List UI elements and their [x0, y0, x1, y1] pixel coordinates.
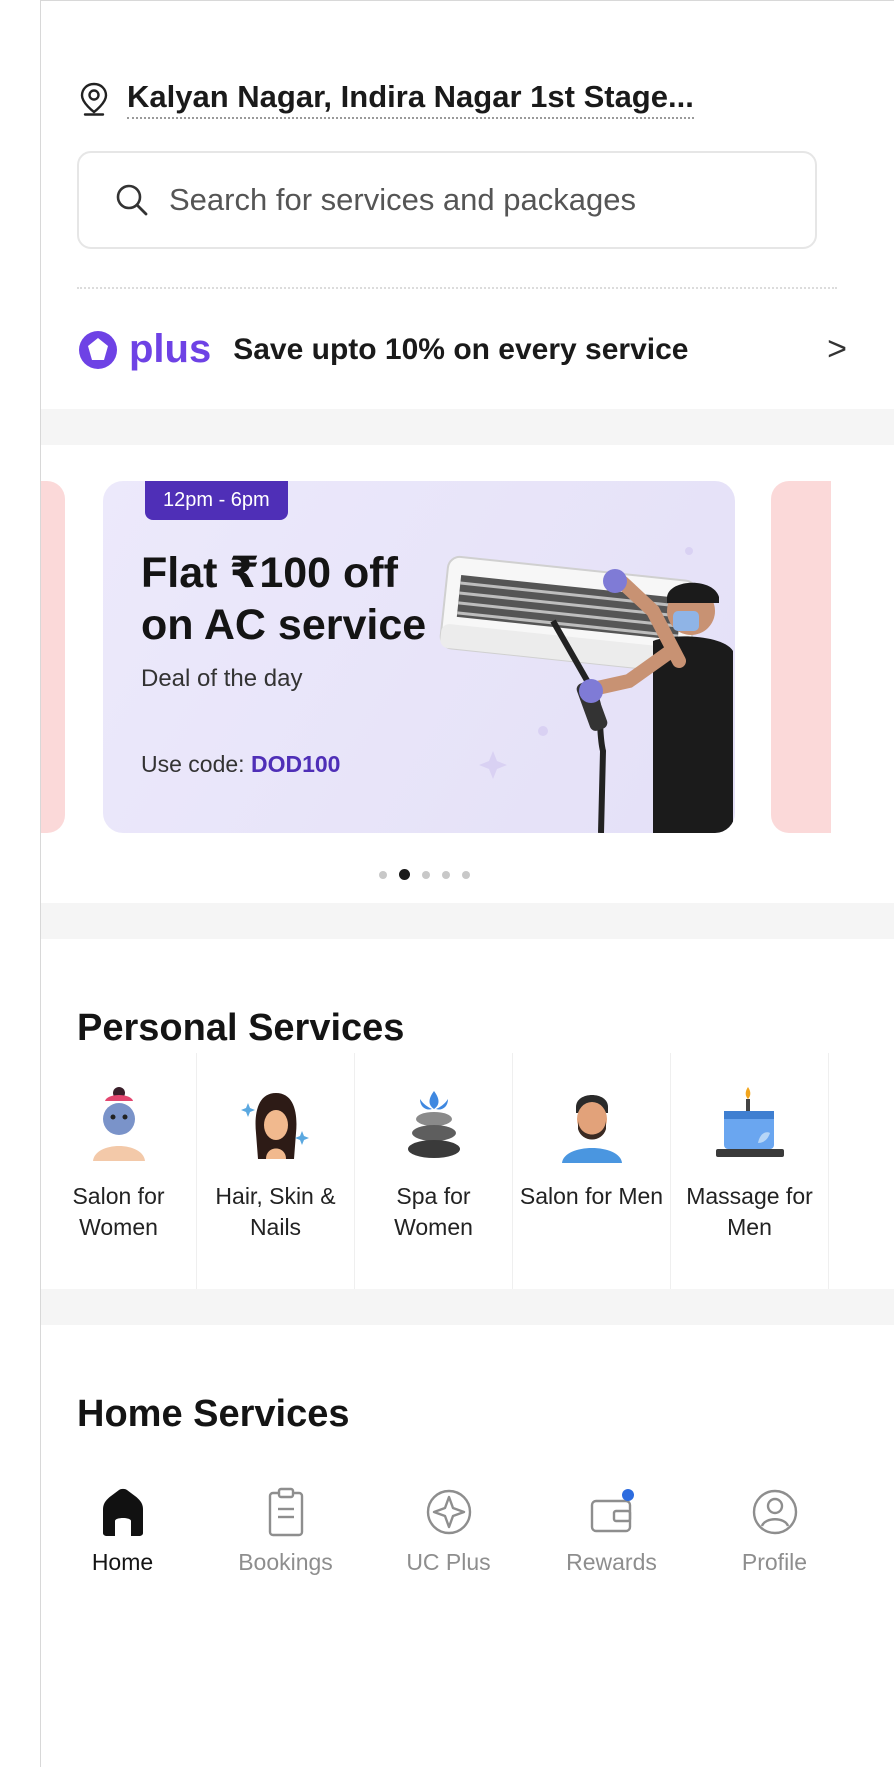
- carousel-dot[interactable]: [399, 869, 410, 880]
- location-pin-icon: [80, 82, 108, 116]
- nav-label: UC Plus: [406, 1549, 491, 1575]
- carousel-dot[interactable]: [422, 870, 430, 879]
- time-badge: 12pm - 6pm: [145, 481, 288, 520]
- wallet-icon: [590, 1489, 634, 1533]
- home-icon: [102, 1488, 143, 1536]
- profile-icon: [752, 1489, 797, 1535]
- chevron-right-icon[interactable]: >: [827, 330, 847, 369]
- service-tile-salon-men[interactable]: Salon for Men: [513, 1053, 671, 1289]
- carousel-dot[interactable]: [379, 870, 387, 879]
- bottom-navigation: Home Bookings UC Plus Rewards Profile: [41, 1449, 894, 1599]
- offer-banner[interactable]: 12pm - 6pm Flat ₹100 off on AC service D…: [103, 481, 735, 833]
- service-tile-hair-skin-nails[interactable]: Hair, Skin & Nails: [197, 1053, 355, 1289]
- carousel-pagination[interactable]: [379, 869, 470, 880]
- nav-bookings[interactable]: Bookings: [204, 1449, 367, 1599]
- service-label: Spa for Women: [394, 1183, 473, 1240]
- plus-tagline: Save upto 10% on every service: [233, 332, 689, 366]
- clipboard-icon: [268, 1487, 303, 1537]
- app-screen: Kalyan Nagar, Indira Nagar 1st Stage... …: [40, 0, 894, 1767]
- search-icon: [116, 184, 148, 216]
- plus-logo-icon: [79, 330, 117, 369]
- personal-services-title: Personal Services: [77, 1007, 405, 1049]
- nav-label: Profile: [741, 1549, 808, 1575]
- service-label: Hair, Skin & Nails: [215, 1183, 336, 1240]
- promo-code: DOD100: [250, 751, 341, 777]
- banner-headline: Flat ₹100 off on AC service: [141, 549, 427, 649]
- banner-subtitle: Deal of the day: [141, 665, 303, 692]
- previous-banner-peek[interactable]: [41, 481, 65, 833]
- nav-profile[interactable]: Profile: [693, 1449, 856, 1599]
- salon-women-icon: [92, 1087, 145, 1161]
- next-banner-peek[interactable]: [771, 481, 831, 833]
- nav-rewards[interactable]: Rewards: [530, 1449, 693, 1599]
- service-tile-spa-women[interactable]: Spa for Women: [355, 1053, 513, 1289]
- divider: [77, 287, 837, 289]
- uc-plus-icon: [426, 1489, 471, 1535]
- service-label: Salon for Men: [519, 1183, 664, 1209]
- service-label: Salon for Women: [72, 1183, 165, 1240]
- carousel-dot[interactable]: [442, 870, 450, 879]
- home-services-title: Home Services: [77, 1393, 350, 1435]
- ac-technician-illustration: [439, 547, 733, 833]
- nav-uc-plus[interactable]: UC Plus: [367, 1449, 530, 1599]
- section-separator: [41, 903, 894, 939]
- search-placeholder: Search for services and packages: [169, 182, 636, 217]
- section-separator: [41, 409, 894, 445]
- massage-candle-icon: [715, 1087, 784, 1157]
- plus-brand-text: plus: [129, 327, 212, 371]
- location-text[interactable]: Kalyan Nagar, Indira Nagar 1st Stage...: [127, 79, 694, 119]
- salon-men-icon: [561, 1095, 622, 1163]
- nav-home[interactable]: Home: [41, 1449, 204, 1599]
- plus-logo: plus: [77, 327, 211, 372]
- carousel-dot[interactable]: [462, 870, 470, 879]
- promo-code-prefix: Use code:: [141, 751, 251, 777]
- offers-carousel[interactable]: 12pm - 6pm Flat ₹100 off on AC service D…: [41, 445, 894, 885]
- location-selector[interactable]: Kalyan Nagar, Indira Nagar 1st Stage...: [79, 79, 694, 119]
- plus-membership-strip[interactable]: plus Save upto 10% on every service >: [77, 327, 847, 372]
- service-label: Massage for Men: [686, 1183, 813, 1240]
- spa-stones-icon: [407, 1091, 460, 1158]
- search-bar[interactable]: Search for services and packages: [77, 151, 817, 249]
- hair-skin-nails-icon: [240, 1093, 309, 1159]
- nav-label: Rewards: [566, 1549, 657, 1575]
- promo-code-line: Use code: DOD100: [141, 751, 340, 778]
- nav-label: Bookings: [238, 1549, 333, 1575]
- service-tile-massage-men[interactable]: Massage for Men: [671, 1053, 829, 1289]
- personal-services-row: Salon for Women Hair, Skin & Nails Spa f…: [41, 1053, 894, 1289]
- service-tile-salon-women[interactable]: Salon for Women: [41, 1053, 197, 1289]
- section-separator: [41, 1289, 894, 1325]
- nav-label: Home: [91, 1549, 154, 1575]
